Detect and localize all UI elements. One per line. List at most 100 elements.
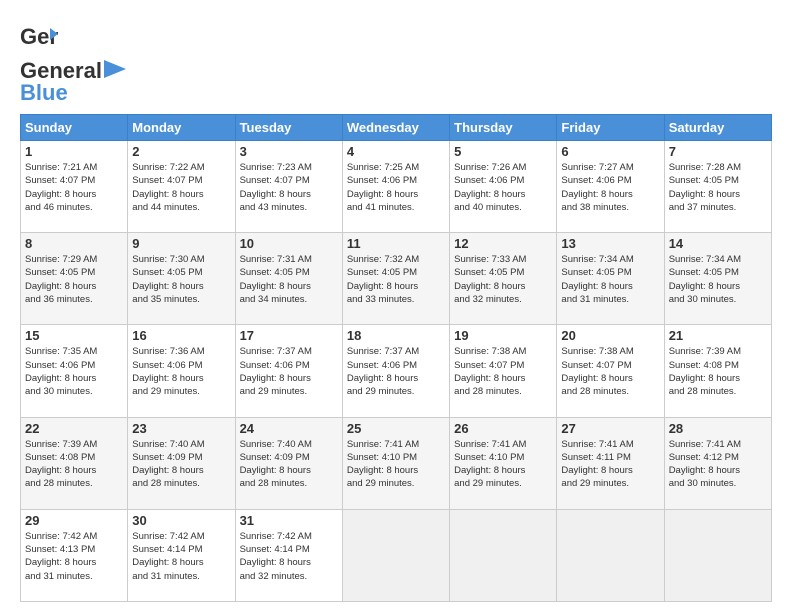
table-row: 28 Sunrise: 7:41 AMSunset: 4:12 PMDayligh… xyxy=(664,417,771,509)
cell-content: Sunrise: 7:27 AMSunset: 4:06 PMDaylight:… xyxy=(561,161,659,214)
cell-content: Sunrise: 7:42 AMSunset: 4:13 PMDaylight:… xyxy=(25,530,123,583)
col-sunday: Sunday xyxy=(21,115,128,141)
cell-content: Sunrise: 7:29 AMSunset: 4:05 PMDaylight:… xyxy=(25,253,123,306)
cell-content: Sunrise: 7:42 AMSunset: 4:14 PMDaylight:… xyxy=(132,530,230,583)
cell-content: Sunrise: 7:42 AMSunset: 4:14 PMDaylight:… xyxy=(240,530,338,583)
cell-content: Sunrise: 7:33 AMSunset: 4:05 PMDaylight:… xyxy=(454,253,552,306)
table-row: 3 Sunrise: 7:23 AMSunset: 4:07 PMDaylight… xyxy=(235,141,342,233)
logo-blue: Blue xyxy=(20,80,68,106)
table-row: 6 Sunrise: 7:27 AMSunset: 4:06 PMDaylight… xyxy=(557,141,664,233)
day-number: 23 xyxy=(132,421,230,436)
table-row: 7Sunrise: 7:28 AMSunset: 4:05 PMDaylight… xyxy=(664,141,771,233)
day-number: 13 xyxy=(561,236,659,251)
cell-content: Sunrise: 7:36 AMSunset: 4:06 PMDaylight:… xyxy=(132,345,230,398)
cell-content: Sunrise: 7:39 AMSunset: 4:08 PMDaylight:… xyxy=(669,345,767,398)
col-wednesday: Wednesday xyxy=(342,115,449,141)
table-row xyxy=(450,509,557,601)
day-number: 17 xyxy=(240,328,338,343)
cell-content: Sunrise: 7:37 AMSunset: 4:06 PMDaylight:… xyxy=(347,345,445,398)
table-row: 20 Sunrise: 7:38 AMSunset: 4:07 PMDayligh… xyxy=(557,325,664,417)
logo-arrow-icon xyxy=(104,60,126,78)
day-number: 5 xyxy=(454,144,552,159)
cell-content: Sunrise: 7:41 AMSunset: 4:12 PMDaylight:… xyxy=(669,438,767,491)
cell-content: Sunrise: 7:40 AMSunset: 4:09 PMDaylight:… xyxy=(132,438,230,491)
table-row xyxy=(342,509,449,601)
day-number: 18 xyxy=(347,328,445,343)
table-row: 16 Sunrise: 7:36 AMSunset: 4:06 PMDayligh… xyxy=(128,325,235,417)
table-row: 11Sunrise: 7:32 AMSunset: 4:05 PMDayligh… xyxy=(342,233,449,325)
table-row: 5 Sunrise: 7:26 AMSunset: 4:06 PMDaylight… xyxy=(450,141,557,233)
day-number: 26 xyxy=(454,421,552,436)
table-row: 18 Sunrise: 7:37 AMSunset: 4:06 PMDayligh… xyxy=(342,325,449,417)
table-row: 10 Sunrise: 7:31 AMSunset: 4:05 PMDayligh… xyxy=(235,233,342,325)
table-row: 15Sunrise: 7:35 AMSunset: 4:06 PMDayligh… xyxy=(21,325,128,417)
day-number: 4 xyxy=(347,144,445,159)
col-monday: Monday xyxy=(128,115,235,141)
table-row: 24 Sunrise: 7:40 AMSunset: 4:09 PMDayligh… xyxy=(235,417,342,509)
table-row: 19Sunrise: 7:38 AMSunset: 4:07 PMDayligh… xyxy=(450,325,557,417)
cell-content: Sunrise: 7:39 AMSunset: 4:08 PMDaylight:… xyxy=(25,438,123,491)
cell-content: Sunrise: 7:28 AMSunset: 4:05 PMDaylight:… xyxy=(669,161,767,214)
day-number: 9 xyxy=(132,236,230,251)
table-row: 12 Sunrise: 7:33 AMSunset: 4:05 PMDayligh… xyxy=(450,233,557,325)
day-number: 20 xyxy=(561,328,659,343)
table-row: 29 Sunrise: 7:42 AMSunset: 4:13 PMDayligh… xyxy=(21,509,128,601)
page: General General Blue Sunday Monday Tuesd… xyxy=(0,0,792,612)
day-number: 10 xyxy=(240,236,338,251)
calendar-week-row: 1 Sunrise: 7:21 AMSunset: 4:07 PMDaylight… xyxy=(21,141,772,233)
table-row xyxy=(557,509,664,601)
day-number: 28 xyxy=(669,421,767,436)
cell-content: Sunrise: 7:31 AMSunset: 4:05 PMDaylight:… xyxy=(240,253,338,306)
cell-content: Sunrise: 7:41 AMSunset: 4:10 PMDaylight:… xyxy=(347,438,445,491)
table-row: 9Sunrise: 7:30 AMSunset: 4:05 PMDaylight… xyxy=(128,233,235,325)
cell-content: Sunrise: 7:32 AMSunset: 4:05 PMDaylight:… xyxy=(347,253,445,306)
table-row: 22 Sunrise: 7:39 AMSunset: 4:08 PMDayligh… xyxy=(21,417,128,509)
table-row: 25Sunrise: 7:41 AMSunset: 4:10 PMDayligh… xyxy=(342,417,449,509)
logo: General General Blue xyxy=(20,20,126,106)
cell-content: Sunrise: 7:38 AMSunset: 4:07 PMDaylight:… xyxy=(561,345,659,398)
cell-content: Sunrise: 7:23 AMSunset: 4:07 PMDaylight:… xyxy=(240,161,338,214)
table-row: 14 Sunrise: 7:34 AMSunset: 4:05 PMDayligh… xyxy=(664,233,771,325)
day-number: 12 xyxy=(454,236,552,251)
day-number: 31 xyxy=(240,513,338,528)
cell-content: Sunrise: 7:21 AMSunset: 4:07 PMDaylight:… xyxy=(25,161,123,214)
table-row: 27 Sunrise: 7:41 AMSunset: 4:11 PMDayligh… xyxy=(557,417,664,509)
table-row: 4 Sunrise: 7:25 AMSunset: 4:06 PMDaylight… xyxy=(342,141,449,233)
header: General General Blue xyxy=(20,16,772,106)
col-friday: Friday xyxy=(557,115,664,141)
day-number: 14 xyxy=(669,236,767,251)
table-row: 1 Sunrise: 7:21 AMSunset: 4:07 PMDaylight… xyxy=(21,141,128,233)
day-number: 29 xyxy=(25,513,123,528)
table-row: 17 Sunrise: 7:37 AMSunset: 4:06 PMDayligh… xyxy=(235,325,342,417)
col-tuesday: Tuesday xyxy=(235,115,342,141)
day-number: 1 xyxy=(25,144,123,159)
table-row: 21Sunrise: 7:39 AMSunset: 4:08 PMDayligh… xyxy=(664,325,771,417)
day-number: 16 xyxy=(132,328,230,343)
cell-content: Sunrise: 7:40 AMSunset: 4:09 PMDaylight:… xyxy=(240,438,338,491)
day-number: 2 xyxy=(132,144,230,159)
logo-icon: General xyxy=(20,20,58,58)
cell-content: Sunrise: 7:35 AMSunset: 4:06 PMDaylight:… xyxy=(25,345,123,398)
day-number: 19 xyxy=(454,328,552,343)
col-thursday: Thursday xyxy=(450,115,557,141)
day-number: 6 xyxy=(561,144,659,159)
cell-content: Sunrise: 7:25 AMSunset: 4:06 PMDaylight:… xyxy=(347,161,445,214)
day-number: 3 xyxy=(240,144,338,159)
cell-content: Sunrise: 7:41 AMSunset: 4:11 PMDaylight:… xyxy=(561,438,659,491)
cell-content: Sunrise: 7:26 AMSunset: 4:06 PMDaylight:… xyxy=(454,161,552,214)
table-row: 30Sunrise: 7:42 AMSunset: 4:14 PMDayligh… xyxy=(128,509,235,601)
cell-content: Sunrise: 7:34 AMSunset: 4:05 PMDaylight:… xyxy=(561,253,659,306)
calendar-table: Sunday Monday Tuesday Wednesday Thursday… xyxy=(20,114,772,602)
cell-content: Sunrise: 7:22 AMSunset: 4:07 PMDaylight:… xyxy=(132,161,230,214)
day-number: 27 xyxy=(561,421,659,436)
calendar-week-row: 29 Sunrise: 7:42 AMSunset: 4:13 PMDayligh… xyxy=(21,509,772,601)
table-row: 8Sunrise: 7:29 AMSunset: 4:05 PMDaylight… xyxy=(21,233,128,325)
table-row: 23 Sunrise: 7:40 AMSunset: 4:09 PMDayligh… xyxy=(128,417,235,509)
table-row xyxy=(664,509,771,601)
cell-content: Sunrise: 7:41 AMSunset: 4:10 PMDaylight:… xyxy=(454,438,552,491)
table-row: 31 Sunrise: 7:42 AMSunset: 4:14 PMDayligh… xyxy=(235,509,342,601)
cell-content: Sunrise: 7:34 AMSunset: 4:05 PMDaylight:… xyxy=(669,253,767,306)
day-number: 24 xyxy=(240,421,338,436)
day-number: 22 xyxy=(25,421,123,436)
cell-content: Sunrise: 7:37 AMSunset: 4:06 PMDaylight:… xyxy=(240,345,338,398)
